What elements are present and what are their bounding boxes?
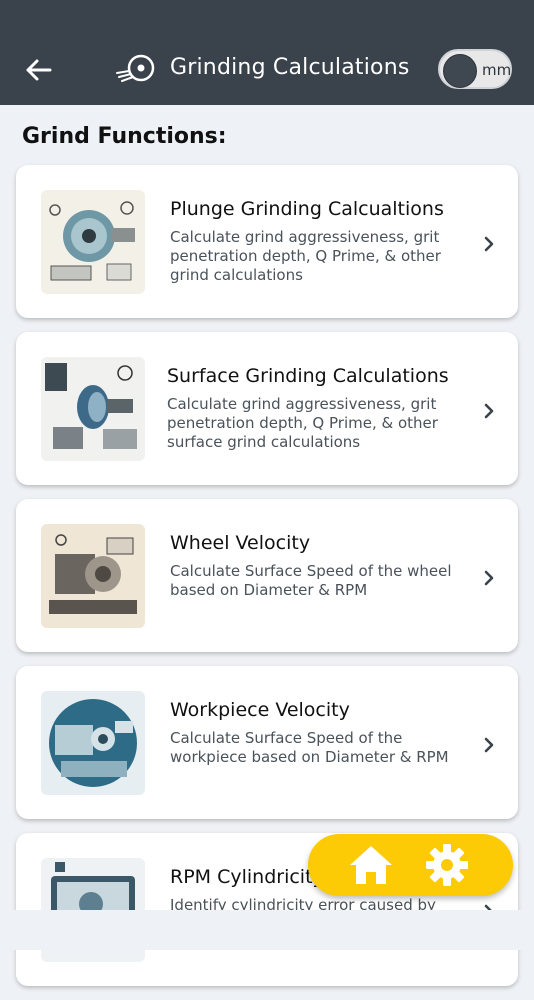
unit-toggle[interactable]: mm — [438, 49, 512, 89]
bottom-action-bar — [308, 834, 513, 896]
home-icon[interactable] — [348, 843, 394, 887]
toggle-knob[interactable] — [443, 54, 477, 88]
function-card-surface-grinding[interactable]: Surface Grinding Calculations Calculate … — [16, 332, 518, 485]
card-title: Plunge Grinding Calcualtions — [170, 198, 444, 220]
page-title: Grinding Calculations — [170, 55, 410, 80]
chevron-right-icon — [484, 570, 494, 586]
section-title: Grind Functions: — [22, 124, 227, 149]
card-title: Surface Grinding Calculations — [167, 365, 449, 387]
grinding-wheel-icon — [116, 54, 155, 82]
chevron-right-icon — [484, 403, 494, 419]
card-description: Calculate grind aggressiveness, grit pen… — [170, 228, 441, 284]
function-card-plunge-grinding[interactable]: Plunge Grinding Calcualtions Calculate g… — [16, 165, 518, 318]
bottom-fade — [0, 910, 534, 950]
card-title: Wheel Velocity — [170, 532, 311, 554]
arrow-left-icon[interactable] — [22, 56, 54, 84]
card-description: Calculate Surface Speed of the workpiece… — [170, 729, 449, 766]
plunge-grinder-illustration — [41, 190, 145, 294]
chevron-right-icon — [484, 236, 494, 252]
function-card-wheel-velocity[interactable]: Wheel Velocity Calculate Surface Speed o… — [16, 499, 518, 652]
card-description: Calculate grind aggressiveness, grit pen… — [167, 395, 438, 451]
card-description: Calculate Surface Speed of the wheel bas… — [170, 562, 452, 599]
card-title: Workpiece Velocity — [170, 699, 350, 721]
wheel-velocity-illustration — [41, 524, 145, 628]
gear-icon[interactable] — [425, 843, 469, 887]
unit-toggle-label: mm — [482, 61, 512, 79]
chevron-right-icon — [484, 737, 494, 753]
app-header: Grinding Calculations mm — [0, 0, 534, 105]
surface-grinder-illustration — [41, 357, 145, 461]
function-card-workpiece-velocity[interactable]: Workpiece Velocity Calculate Surface Spe… — [16, 666, 518, 819]
card-title: RPM Cylindricity — [170, 866, 324, 888]
workpiece-velocity-illustration — [41, 691, 145, 795]
